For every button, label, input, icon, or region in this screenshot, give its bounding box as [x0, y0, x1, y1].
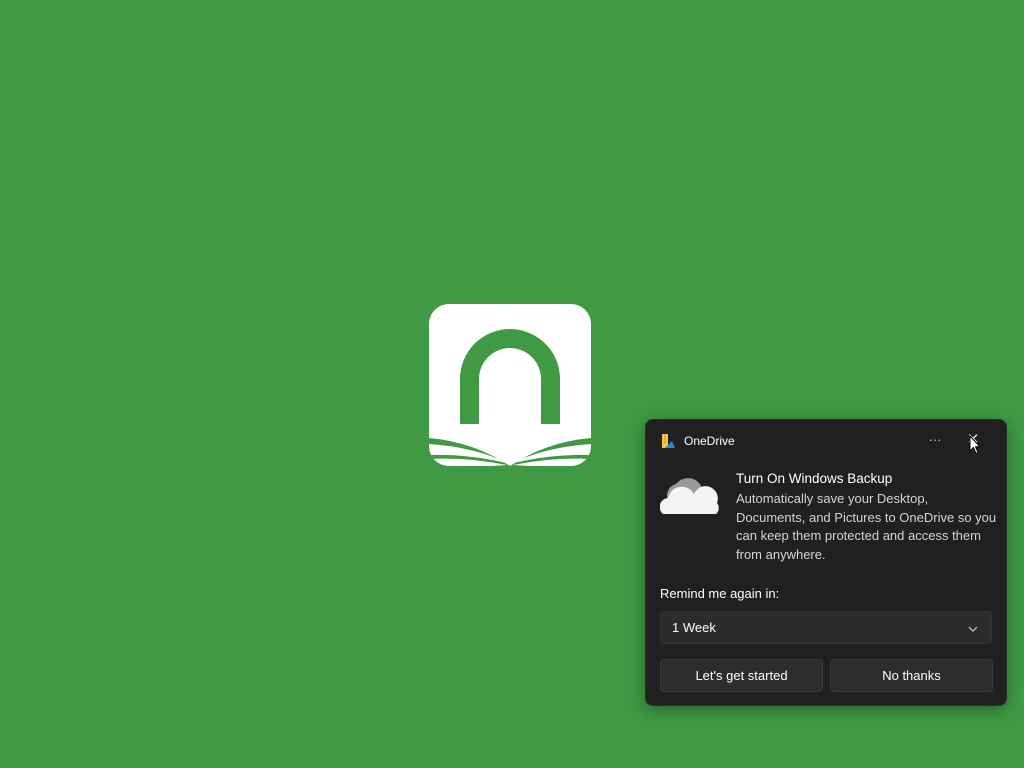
select-value: 1 Week — [672, 620, 716, 635]
onedrive-notification-toast: OneDrive ··· ✕ Turn On Windows Backup Au… — [645, 419, 1007, 706]
onedrive-icon — [661, 434, 676, 449]
cloud-icon — [659, 476, 721, 516]
chevron-down-icon — [967, 622, 979, 634]
app-logo-icon — [429, 304, 591, 466]
toast-body-text: Automatically save your Desktop, Documen… — [736, 491, 997, 562]
toast-header: OneDrive ··· ✕ — [661, 430, 994, 452]
toast-title: Turn On Windows Backup — [736, 471, 893, 486]
toast-app-name: OneDrive — [684, 434, 735, 448]
mouse-cursor-icon — [969, 434, 982, 455]
no-thanks-button[interactable]: No thanks — [830, 659, 993, 692]
get-started-button[interactable]: Let's get started — [660, 659, 823, 692]
remind-label: Remind me again in: — [660, 586, 780, 601]
remind-interval-select[interactable]: 1 Week — [660, 611, 992, 644]
desktop-background: OneDrive ··· ✕ Turn On Windows Backup Au… — [0, 0, 1024, 768]
more-options-icon[interactable]: ··· — [922, 430, 948, 452]
